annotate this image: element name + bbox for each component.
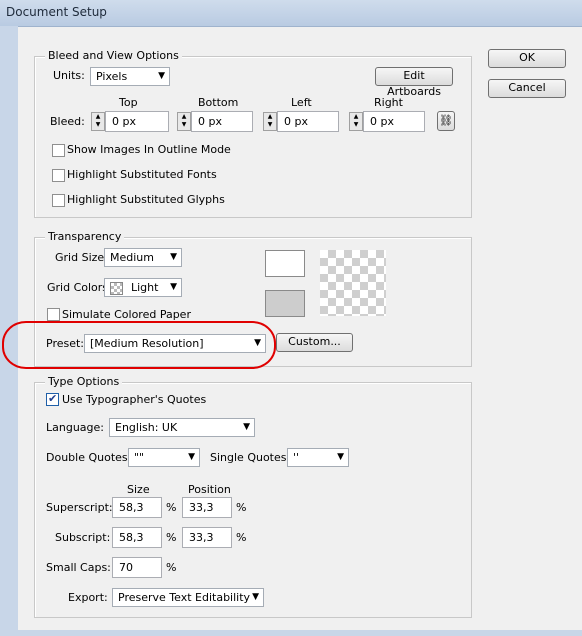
position-header: Position bbox=[188, 483, 231, 496]
single-quotes-value: '' bbox=[293, 451, 300, 464]
bleed-bottom-input[interactable]: 0 px bbox=[191, 111, 253, 132]
highlight-fonts-label: Highlight Substituted Fonts bbox=[67, 168, 217, 181]
simulate-colored-paper-checkbox[interactable] bbox=[47, 308, 60, 321]
title-bar: Document Setup bbox=[0, 0, 582, 27]
edit-artboards-label: Edit Artboards bbox=[387, 69, 441, 98]
grid-colors-value: Light bbox=[131, 281, 159, 294]
grid-colors-label: Grid Colors: bbox=[47, 281, 112, 294]
double-quotes-value: "" bbox=[134, 451, 145, 464]
small-caps-value: 70 bbox=[119, 561, 133, 574]
language-label: Language: bbox=[46, 421, 104, 434]
bleed-view-options-legend: Bleed and View Options bbox=[45, 49, 182, 62]
subscript-size-input[interactable]: 58,3 bbox=[112, 527, 162, 548]
grid-color-swatch-dark[interactable] bbox=[265, 290, 305, 317]
show-images-outline-checkbox[interactable] bbox=[52, 144, 65, 157]
chevron-down-icon: ▼ bbox=[252, 592, 259, 602]
custom-button[interactable]: Custom... bbox=[276, 333, 353, 352]
chevron-down-icon: ▼ bbox=[170, 282, 177, 292]
edit-artboards-button[interactable]: Edit Artboards bbox=[375, 67, 453, 98]
chevron-down-icon: ▼ bbox=[188, 452, 195, 462]
grid-size-label: Grid Size: bbox=[55, 251, 108, 264]
superscript-position-percent: % bbox=[236, 501, 247, 514]
units-label: Units: bbox=[53, 69, 85, 82]
custom-button-label: Custom... bbox=[288, 335, 341, 348]
bleed-left-value: 0 px bbox=[284, 115, 308, 128]
single-quotes-label: Single Quotes: bbox=[210, 451, 291, 464]
bleed-label: Bleed: bbox=[50, 115, 85, 128]
export-label: Export: bbox=[68, 591, 108, 604]
grid-color-swatch-light[interactable] bbox=[265, 250, 305, 277]
preset-highlight-annotation bbox=[2, 321, 276, 369]
bleed-right-label: Right bbox=[374, 96, 403, 109]
superscript-size-percent: % bbox=[166, 501, 177, 514]
type-options-legend: Type Options bbox=[45, 375, 123, 388]
subscript-label: Subscript: bbox=[55, 531, 111, 544]
transparency-grid-preview bbox=[320, 250, 386, 316]
units-value: Pixels bbox=[96, 70, 128, 83]
double-quotes-dropdown[interactable]: "" ▼ bbox=[128, 448, 200, 467]
window-frame-bottom bbox=[0, 630, 582, 636]
transparency-legend: Transparency bbox=[45, 230, 125, 243]
chevron-down-icon: ▼ bbox=[158, 71, 165, 81]
bleed-left-input[interactable]: 0 px bbox=[277, 111, 339, 132]
highlight-glyphs-checkbox[interactable] bbox=[52, 194, 65, 207]
subscript-position-input[interactable]: 33,3 bbox=[182, 527, 232, 548]
highlight-glyphs-label: Highlight Substituted Glyphs bbox=[67, 193, 225, 206]
window-title: Document Setup bbox=[6, 5, 107, 19]
bleed-right-value: 0 px bbox=[370, 115, 394, 128]
bleed-top-stepper[interactable]: ▲ ▼ bbox=[91, 112, 105, 131]
bleed-bottom-stepper[interactable]: ▲ ▼ bbox=[177, 112, 191, 131]
language-value: English: UK bbox=[115, 421, 178, 434]
single-quotes-dropdown[interactable]: '' ▼ bbox=[287, 448, 349, 467]
chevron-down-icon: ▼ bbox=[243, 422, 250, 432]
bleed-top-input[interactable]: 0 px bbox=[105, 111, 169, 132]
chevron-down-icon: ▼ bbox=[170, 252, 177, 262]
subscript-size-value: 58,3 bbox=[119, 531, 144, 544]
superscript-size-value: 58,3 bbox=[119, 501, 144, 514]
grid-size-dropdown[interactable]: Medium ▼ bbox=[104, 248, 182, 267]
simulate-colored-paper-label: Simulate Colored Paper bbox=[62, 308, 191, 321]
cancel-button[interactable]: Cancel bbox=[488, 79, 566, 98]
chevron-down-icon: ▼ bbox=[337, 452, 344, 462]
size-header: Size bbox=[127, 483, 150, 496]
small-caps-percent: % bbox=[166, 561, 177, 574]
export-value: Preserve Text Editability bbox=[118, 591, 251, 604]
grid-colors-dropdown[interactable]: Light ▼ bbox=[104, 278, 182, 297]
grid-size-value: Medium bbox=[110, 251, 154, 264]
language-dropdown[interactable]: English: UK ▼ bbox=[109, 418, 255, 437]
checkmark-icon: ✔ bbox=[48, 392, 58, 405]
small-caps-input[interactable]: 70 bbox=[112, 557, 162, 578]
show-images-outline-label: Show Images In Outline Mode bbox=[67, 143, 231, 156]
bleed-top-label: Top bbox=[119, 96, 138, 109]
bleed-top-value: 0 px bbox=[112, 115, 136, 128]
typographers-quotes-checkbox[interactable]: ✔ bbox=[46, 392, 59, 406]
units-dropdown[interactable]: Pixels ▼ bbox=[90, 67, 170, 86]
ok-button[interactable]: OK bbox=[488, 49, 566, 68]
bleed-right-stepper[interactable]: ▲ ▼ bbox=[349, 112, 363, 131]
grid-color-preview-icon bbox=[110, 282, 123, 295]
small-caps-label: Small Caps: bbox=[46, 561, 111, 574]
superscript-position-value: 33,3 bbox=[189, 501, 214, 514]
subscript-size-percent: % bbox=[166, 531, 177, 544]
bleed-bottom-value: 0 px bbox=[198, 115, 222, 128]
bleed-bottom-label: Bottom bbox=[198, 96, 239, 109]
superscript-label: Superscript: bbox=[46, 501, 113, 514]
chain-link-icon: ⛓ bbox=[439, 114, 453, 127]
superscript-size-input[interactable]: 58,3 bbox=[112, 497, 162, 518]
subscript-position-value: 33,3 bbox=[189, 531, 214, 544]
double-quotes-label: Double Quotes: bbox=[46, 451, 132, 464]
highlight-fonts-checkbox[interactable] bbox=[52, 169, 65, 182]
link-bleed-button[interactable]: ⛓ bbox=[437, 111, 455, 131]
subscript-position-percent: % bbox=[236, 531, 247, 544]
cancel-button-label: Cancel bbox=[508, 81, 546, 94]
bleed-left-stepper[interactable]: ▲ ▼ bbox=[263, 112, 277, 131]
superscript-position-input[interactable]: 33,3 bbox=[182, 497, 232, 518]
ok-button-label: OK bbox=[519, 51, 535, 64]
bleed-left-label: Left bbox=[291, 96, 312, 109]
export-dropdown[interactable]: Preserve Text Editability ▼ bbox=[112, 588, 264, 607]
bleed-right-input[interactable]: 0 px bbox=[363, 111, 425, 132]
typographers-quotes-label: Use Typographer's Quotes bbox=[62, 393, 207, 406]
